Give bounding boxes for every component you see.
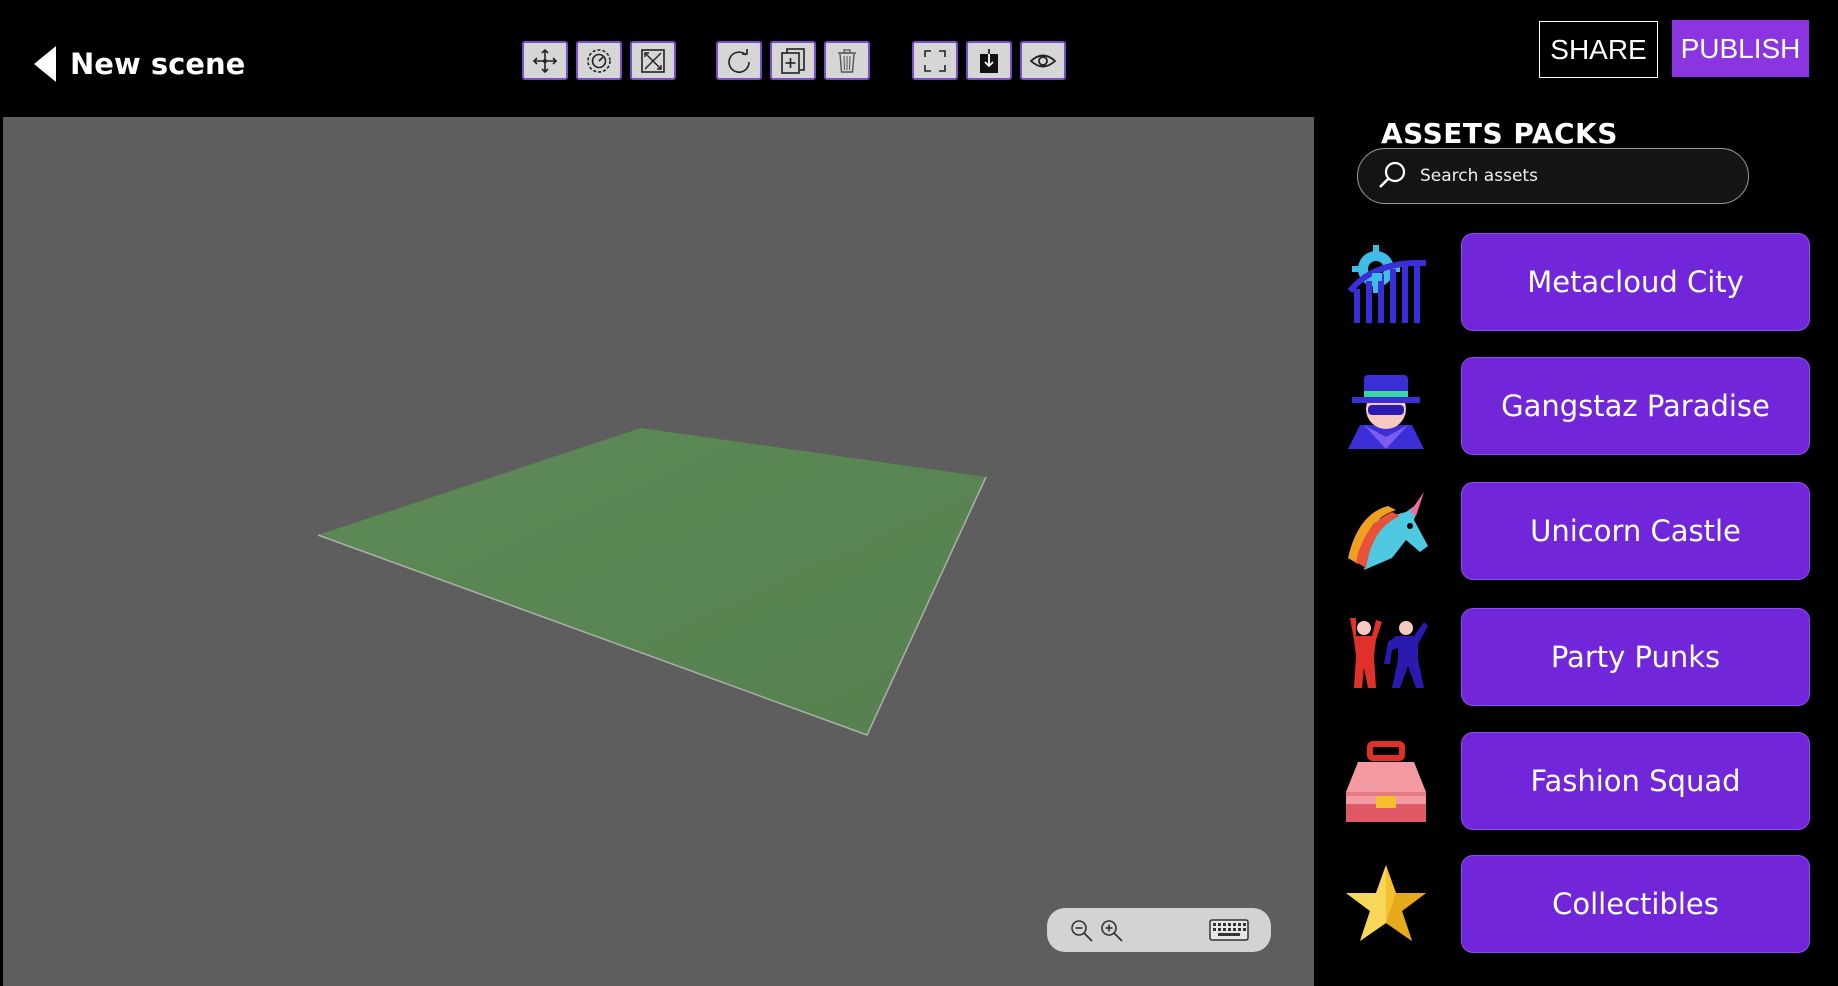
reset-tool-button[interactable] [716,41,762,80]
pack-button-unicorn-castle[interactable]: Unicorn Castle [1461,482,1810,580]
pack-button-gangstaz-paradise[interactable]: Gangstaz Paradise [1461,357,1810,455]
back-arrow-icon[interactable] [34,46,56,82]
star-icon [1346,865,1426,941]
scene-editor: New scene SHARE PUBLISH ASSETS PACKS Sea… [0,0,1838,986]
pack-button-collectibles[interactable]: Collectibles [1461,855,1810,953]
dancers-icon [1350,618,1428,688]
roller-coaster-icon [1347,245,1427,323]
zoom-out-icon [1071,920,1093,942]
scene-title: New scene [70,47,246,81]
duplicate-icon [781,47,805,74]
zoom-controls [1047,908,1271,952]
pack-row-unicorn-castle: Unicorn Castle [1314,482,1838,582]
pack-row-fashion-squad: Fashion Squad [1314,732,1838,832]
eye-icon [1029,54,1057,67]
fullscreen-tool-button[interactable] [912,41,958,80]
assets-panel: ASSETS PACKS Search assets Metacloud Cit… [1314,117,1838,986]
download-tool-button[interactable] [966,41,1012,80]
move-tool-button[interactable] [522,41,568,80]
search-input[interactable] [1418,165,1722,187]
panel-title: ASSETS PACKS [1381,117,1618,150]
refresh-icon [728,48,750,73]
pack-row-gangstaz-paradise: Gangstaz Paradise [1314,357,1838,457]
zoom-out-button[interactable] [1069,918,1095,944]
pack-button-party-punks[interactable]: Party Punks [1461,608,1810,706]
pack-row-party-punks: Party Punks [1314,608,1838,708]
pack-row-collectibles: Collectibles [1314,855,1838,955]
search-box[interactable] [1357,148,1749,204]
move-arrows-icon [532,48,558,73]
gangster-icon [1348,375,1424,449]
scale-tool-button[interactable] [630,41,676,80]
share-button[interactable]: SHARE [1539,21,1658,78]
pack-button-fashion-squad[interactable]: Fashion Squad [1461,732,1810,830]
scale-icon [641,48,665,73]
keyboard-shortcuts-button[interactable] [1209,917,1249,943]
keyboard-icon [1209,919,1249,941]
download-icon [980,48,998,73]
zoom-in-button[interactable] [1099,918,1125,944]
scene-viewport[interactable] [3,117,1314,986]
view-tools [912,41,1066,80]
fullscreen-icon [924,49,946,72]
viewport-canvas [317,428,987,736]
delete-tool-button[interactable] [824,41,870,80]
rotate-gizmo-icon [587,48,611,73]
zoom-in-icon [1101,920,1123,942]
search-icon [1379,161,1406,188]
handbag-icon [1346,741,1426,822]
publish-button[interactable]: PUBLISH [1672,20,1809,77]
transform-tools [522,41,676,80]
top-bar: New scene SHARE PUBLISH [0,0,1838,117]
edit-tools [716,41,870,80]
pack-button-metacloud-city[interactable]: Metacloud City [1461,233,1810,331]
unicorn-icon [1348,492,1428,570]
ground-plane[interactable] [318,428,986,735]
back-button[interactable]: New scene [34,46,245,82]
preview-tool-button[interactable] [1020,41,1066,80]
trash-icon [838,48,856,73]
pack-row-metacloud-city: Metacloud City [1314,233,1838,333]
duplicate-tool-button[interactable] [770,41,816,80]
rotate-tool-button[interactable] [576,41,622,80]
